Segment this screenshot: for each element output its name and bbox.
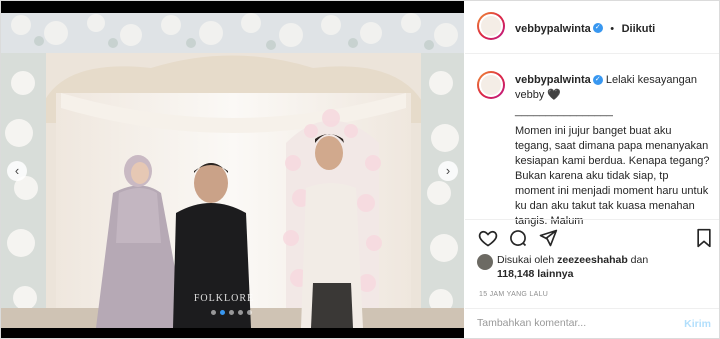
post-timestamp[interactable]: 15 JAM YANG LALU (479, 291, 548, 298)
caption-divider: ________________ (515, 105, 613, 117)
chevron-left-icon: ‹ (14, 163, 20, 178)
post-photo[interactable]: FOLKLORE ‹ › (1, 1, 464, 338)
liker-username[interactable]: zeezeeshahab (557, 254, 628, 266)
liker-avatar[interactable] (477, 254, 493, 270)
share-button[interactable] (538, 228, 558, 253)
header-username[interactable]: vebbypalwinta (515, 23, 591, 35)
heart-icon (478, 230, 498, 247)
previous-photo-button[interactable]: ‹ (7, 161, 27, 181)
caption-username[interactable]: vebbypalwinta (515, 74, 591, 86)
likes-summary: Disukai oleh zeezeeshahab dan 118,148 la… (497, 253, 707, 281)
carousel-dot (238, 310, 243, 315)
photo-scene: FOLKLORE (1, 13, 464, 328)
save-button[interactable] (695, 228, 713, 253)
comment-button[interactable] (508, 228, 528, 253)
post-frame: FOLKLORE ‹ › vebbypalwinta ✓ • Diikuti v… (0, 0, 720, 339)
comment-bar: Kirim (465, 308, 719, 339)
chevron-right-icon: › (445, 163, 451, 178)
share-icon (539, 229, 558, 247)
next-photo-button[interactable]: › (438, 161, 458, 181)
bookmark-icon (697, 228, 711, 248)
header-separator: • (610, 23, 615, 35)
comment-icon (510, 230, 527, 247)
follow-status-button[interactable]: Diikuti (622, 23, 656, 35)
post-comment-button[interactable]: Kirim (684, 318, 711, 330)
caption-avatar[interactable] (477, 71, 505, 99)
carousel-dot-active (220, 310, 225, 315)
likes-connector: dan (630, 254, 649, 266)
post-header: vebbypalwinta ✓ • Diikuti (465, 1, 719, 54)
avatar[interactable] (477, 12, 505, 40)
verified-badge-icon: ✓ (592, 22, 603, 33)
folklore-watermark: FOLKLORE (193, 293, 255, 304)
likes-prefix: Disukai oleh (497, 254, 555, 266)
verified-badge-icon: ✓ (592, 75, 603, 86)
carousel-dot (247, 310, 252, 315)
like-button[interactable] (478, 228, 498, 253)
carousel-indicator (211, 310, 252, 315)
likes-count[interactable]: 118,148 lainnya (497, 268, 573, 280)
comment-input[interactable] (477, 317, 667, 329)
wedding-scene-image (1, 13, 464, 328)
carousel-dot (229, 310, 234, 315)
post-sidebar: vebbypalwinta ✓ • Diikuti vebbypalwinta ✓ … (465, 1, 719, 338)
carousel-dot (211, 310, 216, 315)
